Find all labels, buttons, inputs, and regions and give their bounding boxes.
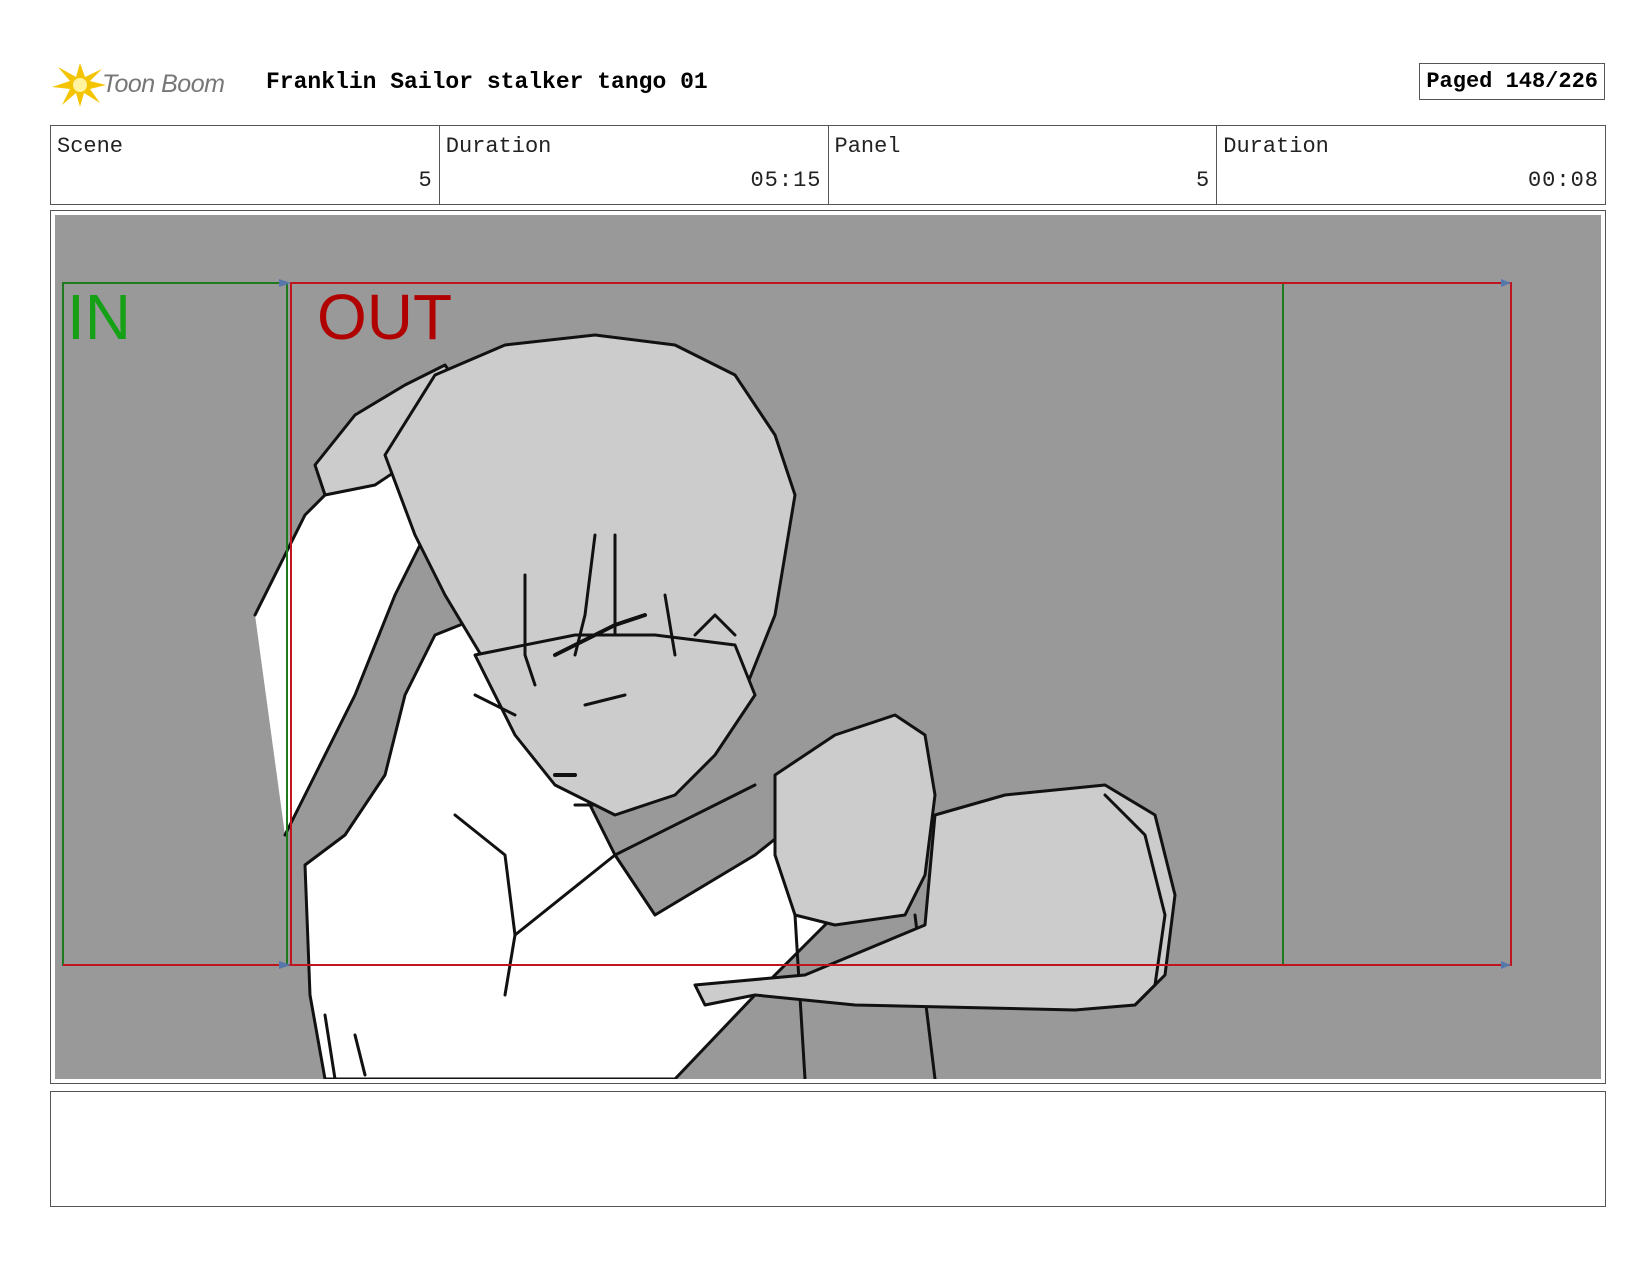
scene-duration-label: Duration [445,134,552,159]
storyboard-panel-frame: IN OUT [50,210,1606,1084]
in-label: IN [67,281,131,353]
storyboard-header: Toon Boom Franklin Sailor stalker tango … [50,55,1605,113]
scene-duration-cell: Duration 05:15 [440,126,829,204]
scene-duration-value: 05:15 [750,168,822,193]
page-counter: Paged 148/226 [1419,63,1605,100]
toon-boom-logo: Toon Boom [50,59,225,109]
panel-label: Panel [834,134,901,159]
panel-artwork[interactable]: IN OUT [55,215,1601,1079]
arrow-top-right-icon [1501,279,1511,287]
panel-value: 5 [1196,168,1211,193]
arrow-bottom-right-icon [1501,961,1511,969]
panel-duration-cell: Duration 00:08 [1217,126,1605,204]
scene-label: Scene [57,134,124,159]
logo-text: Toon Boom [102,69,225,98]
panel-notes-box[interactable] [50,1091,1606,1207]
panel-duration-value: 00:08 [1527,168,1599,193]
toon-boom-starburst-icon [52,63,106,107]
out-label: OUT [317,281,453,353]
in-frame-rect [62,282,288,966]
scene-value: 5 [418,168,433,193]
panel-cell: Panel 5 [829,126,1218,204]
info-row: Scene 5 Duration 05:15 Panel 5 Duration … [50,125,1606,205]
scene-cell: Scene 5 [51,126,440,204]
panel-drawing [62,279,1512,1079]
arrow-top-left-icon [279,279,291,287]
character-sketch [253,333,1177,1079]
arrow-bottom-left-icon [279,961,291,969]
project-title: Franklin Sailor stalker tango 01 [266,69,708,95]
panel-duration-label: Duration [1223,134,1329,159]
